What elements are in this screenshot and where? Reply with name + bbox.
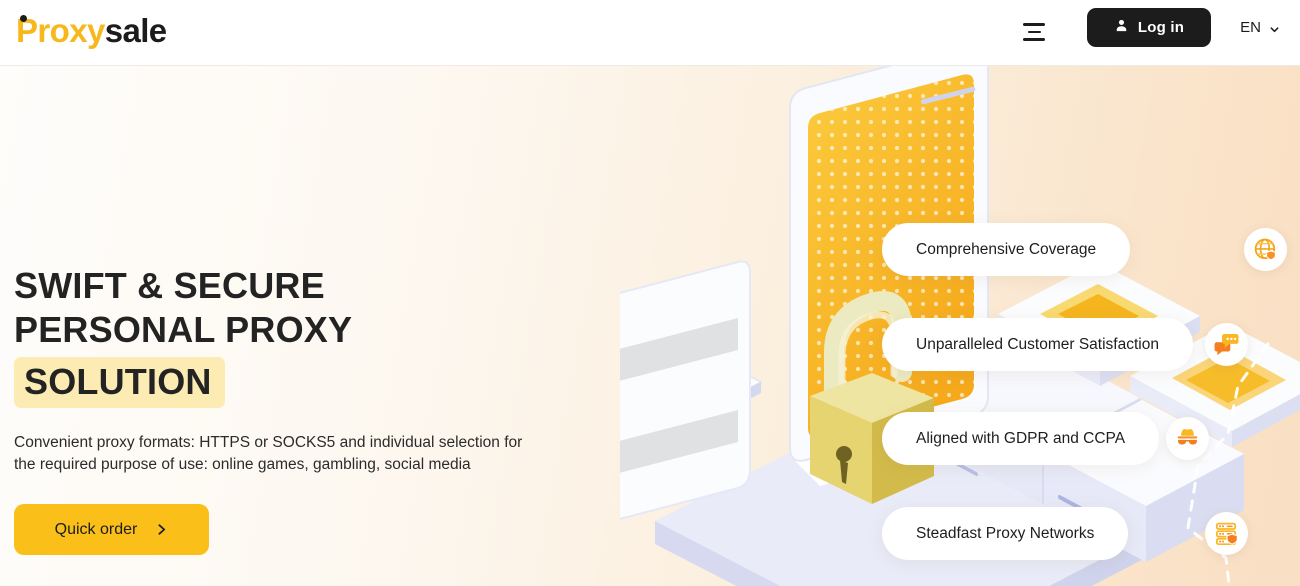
server-shield-icon bbox=[1205, 512, 1248, 555]
logo-text-sale: sale bbox=[104, 12, 167, 49]
language-selector[interactable]: EN bbox=[1240, 8, 1280, 47]
site-header: Proxy sale Log in EN bbox=[0, 0, 1300, 66]
hamburger-line-top bbox=[1023, 23, 1045, 26]
quick-order-button[interactable]: Quick order bbox=[14, 504, 209, 555]
feature-pill-label: Steadfast Proxy Networks bbox=[916, 524, 1095, 542]
page-root: Proxy sale Log in EN SWIFT & SECURE PERS… bbox=[0, 0, 1300, 586]
hero-subtitle-line-2: the required purpose of use: online game… bbox=[14, 456, 471, 473]
feature-pill-label: Aligned with GDPR and CCPA bbox=[916, 429, 1126, 447]
login-button-label: Log in bbox=[1137, 19, 1185, 36]
login-button[interactable]: Log in bbox=[1087, 8, 1211, 47]
quick-order-label: Quick order bbox=[54, 520, 138, 538]
hero-title-line-2: PERSONAL PROXY bbox=[14, 309, 353, 350]
logo-text-proxy: Proxy bbox=[16, 12, 105, 49]
feature-pill-label: Comprehensive Coverage bbox=[916, 240, 1097, 258]
hero-copy: SWIFT & SECURE PERSONAL PROXY SOLUTION C… bbox=[14, 264, 614, 555]
chat-bubbles-icon bbox=[1205, 323, 1248, 366]
hero-title-highlight: SOLUTION bbox=[14, 357, 225, 408]
feature-pill-label: Unparalleled Customer Satisfaction bbox=[916, 335, 1159, 353]
page-title: SWIFT & SECURE PERSONAL PROXY SOLUTION bbox=[14, 264, 614, 408]
chevron-right-icon bbox=[155, 523, 168, 536]
feature-pill-gdpr-ccpa[interactable]: Aligned with GDPR and CCPA bbox=[882, 412, 1160, 465]
hero-section: SWIFT & SECURE PERSONAL PROXY SOLUTION C… bbox=[0, 66, 1300, 586]
site-logo[interactable]: Proxy sale bbox=[16, 8, 167, 54]
globe-shield-icon bbox=[1244, 228, 1287, 271]
hero-title-line-1: SWIFT & SECURE bbox=[14, 265, 325, 306]
feature-pill-steadfast-proxy-networks[interactable]: Steadfast Proxy Networks bbox=[882, 507, 1129, 560]
feature-pill-customer-satisfaction[interactable]: Unparalleled Customer Satisfaction bbox=[882, 318, 1193, 371]
hamburger-menu-icon[interactable] bbox=[1016, 14, 1052, 50]
logo-dot bbox=[20, 15, 27, 22]
chevron-down-icon bbox=[1269, 22, 1280, 33]
user-icon bbox=[1114, 18, 1129, 37]
hamburger-line-bottom bbox=[1023, 38, 1045, 41]
incognito-icon bbox=[1166, 417, 1209, 460]
hero-subtitle: Convenient proxy formats: HTTPS or SOCKS… bbox=[14, 432, 574, 476]
language-label: EN bbox=[1240, 19, 1261, 36]
hamburger-line-mid bbox=[1027, 30, 1041, 34]
feature-pill-comprehensive-coverage[interactable]: Comprehensive Coverage bbox=[882, 223, 1131, 276]
hero-subtitle-line-1: Convenient proxy formats: HTTPS or SOCKS… bbox=[14, 434, 523, 451]
